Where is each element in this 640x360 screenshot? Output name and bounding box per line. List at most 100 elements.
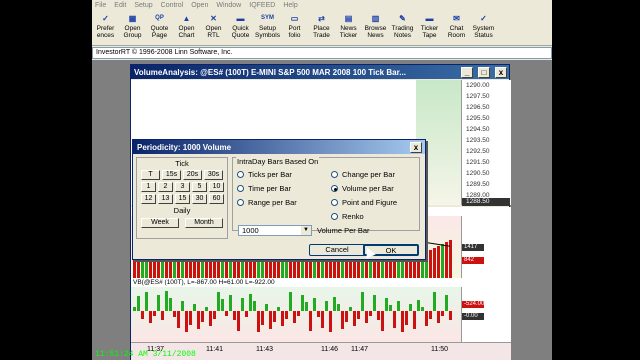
toolbar-button-12[interactable]: ▬ Ticker Tape: [416, 10, 443, 46]
radio-dot-icon[interactable]: [331, 213, 338, 220]
vb-bar: [317, 311, 320, 317]
period-button-13[interactable]: 13: [158, 194, 173, 204]
cancel-button[interactable]: Cancel: [309, 244, 365, 256]
radio-dot-icon[interactable]: [331, 185, 338, 192]
vb-bar: [209, 311, 212, 326]
toolbar-button-3[interactable]: ▲ Open Chart: [173, 10, 200, 46]
price-tick-label: 1295.50: [466, 115, 490, 122]
period-button-t[interactable]: T: [141, 170, 160, 180]
vb-bar: [153, 311, 156, 316]
close-button[interactable]: x: [495, 66, 507, 78]
volume-bar: [345, 257, 348, 278]
week-button[interactable]: Week: [141, 218, 179, 228]
toolbar-button-6[interactable]: SYM Setup Symbols: [254, 10, 281, 46]
chevron-down-icon[interactable]: ▼: [301, 226, 311, 235]
toolbar-label: Prefer ences: [96, 25, 115, 39]
toolbar-label: Chat Room: [447, 25, 466, 39]
menu-item-edit[interactable]: Edit: [114, 2, 126, 9]
period-button-5[interactable]: 5: [192, 182, 207, 192]
radio-dot-icon[interactable]: [237, 185, 244, 192]
radio-label: Change per Bar: [342, 170, 395, 179]
toolbar-button-14[interactable]: ✓ System Status: [470, 10, 497, 46]
menu-item-help[interactable]: Help: [283, 2, 297, 9]
toolbar-button-4[interactable]: ✕ Open RTL: [200, 10, 227, 46]
period-button-30[interactable]: 30: [192, 194, 207, 204]
radio-dot-icon[interactable]: [331, 171, 338, 178]
vb-bar: [409, 304, 412, 311]
period-button-20s[interactable]: 20s: [183, 170, 202, 180]
radio-volume-per-bar[interactable]: Volume per Bar: [331, 184, 394, 193]
radio-dot-icon[interactable]: [237, 199, 244, 206]
toolbar-label: Ticker Tape: [420, 25, 439, 39]
month-button[interactable]: Month: [185, 218, 223, 228]
radio-range-per-bar[interactable]: Range per Bar: [237, 198, 297, 207]
vb-bar: [189, 311, 192, 325]
menu-item-window[interactable]: Window: [216, 2, 241, 9]
radio-time-per-bar[interactable]: Time per Bar: [237, 184, 291, 193]
last-price-tag: 1288.50: [462, 198, 510, 206]
toolbar-label: Quick Quote: [231, 25, 250, 39]
toolbar-button-11[interactable]: ✎ Trading Notes: [389, 10, 416, 46]
intraday-group: IntraDay Bars Based On Ticks per Bar Time…: [232, 157, 420, 231]
radio-ticks-per-bar[interactable]: Ticks per Bar: [237, 170, 292, 179]
clock: 11:51:24 AM 3/11/2008: [95, 350, 196, 359]
chart-titlebar[interactable]: VolumeAnalysis: @ES# (100T) E-MINI S&P 5…: [131, 65, 509, 79]
period-button-2[interactable]: 2: [158, 182, 173, 192]
radio-dot-icon[interactable]: [237, 171, 244, 178]
menu-item-setup[interactable]: Setup: [134, 2, 152, 9]
vb-bar: [169, 298, 172, 311]
price-tick-label: 1290.00: [466, 82, 490, 89]
menu-item-control[interactable]: Control: [161, 2, 184, 9]
toolbar-button-2[interactable]: QP Quote Page: [146, 10, 173, 46]
vb-bar: [441, 311, 444, 316]
dialog-title: Periodicity: 1000 Volume: [137, 142, 232, 152]
toolbar-button-1[interactable]: ▦ Open Group: [119, 10, 146, 46]
toolbar-button-0[interactable]: ✓ Prefer ences: [92, 10, 119, 46]
toolbar-button-7[interactable]: ▭ Port folio: [281, 10, 308, 46]
price-tick-label: 1292.50: [466, 148, 490, 155]
radio-dot-icon[interactable]: [331, 199, 338, 206]
radio-renko[interactable]: Renko: [331, 212, 364, 221]
volume-value-select[interactable]: 1000 ▼: [238, 225, 312, 236]
vb-bar: [245, 311, 248, 317]
vb-pane[interactable]: [131, 287, 461, 342]
toolbar-button-13[interactable]: ✉ Chat Room: [443, 10, 470, 46]
vb-bar: [197, 311, 200, 329]
period-button-15s[interactable]: 15s: [162, 170, 181, 180]
menu-item-file[interactable]: File: [95, 2, 106, 9]
toolbar-button-9[interactable]: ▤ News Ticker: [335, 10, 362, 46]
menu-item-iqfeed[interactable]: IQFEED: [249, 2, 275, 9]
dialog-close-button[interactable]: x: [410, 141, 422, 153]
chart-title: VolumeAnalysis: @ES# (100T) E-MINI S&P 5…: [134, 67, 406, 77]
period-button-30s[interactable]: 30s: [204, 170, 223, 180]
menu-item-open[interactable]: Open: [191, 2, 208, 9]
vb-bar: [437, 311, 440, 323]
vb-bar: [405, 311, 408, 325]
radio-point-and-figure[interactable]: Point and Figure: [331, 198, 397, 207]
vb-bar: [449, 311, 452, 320]
radio-change-per-bar[interactable]: Change per Bar: [331, 170, 395, 179]
period-button-10[interactable]: 10: [209, 182, 224, 192]
toolbar-button-10[interactable]: ▥ Browse News: [362, 10, 389, 46]
maximize-button[interactable]: □: [478, 66, 490, 78]
vb-bar: [333, 297, 336, 311]
open-group-icon: ▦: [128, 13, 137, 23]
volume-tag-top: 1417: [462, 244, 484, 251]
period-button-12[interactable]: 12: [141, 194, 156, 204]
period-button-3[interactable]: 3: [175, 182, 190, 192]
vb-bar: [213, 311, 216, 319]
volume-per-bar-label: Volume Per Bar: [317, 226, 370, 235]
rtl-icon: ✕: [210, 13, 217, 23]
toolbar-button-5[interactable]: ▬ Quick Quote: [227, 10, 254, 46]
vb-bar: [417, 300, 420, 311]
radio-label: Point and Figure: [342, 198, 398, 207]
period-button-1[interactable]: 1: [141, 182, 156, 192]
quote-page-icon: QP: [155, 14, 164, 21]
dialog-titlebar[interactable]: Periodicity: 1000 Volume x: [133, 140, 425, 154]
toolbar-button-8[interactable]: ⇄ Place Trade: [308, 10, 335, 46]
vb-bar: [309, 311, 312, 331]
period-button-60[interactable]: 60: [209, 194, 224, 204]
minimize-button[interactable]: _: [461, 66, 473, 78]
trade-icon: ⇄: [318, 13, 325, 23]
period-button-15[interactable]: 15: [175, 194, 190, 204]
